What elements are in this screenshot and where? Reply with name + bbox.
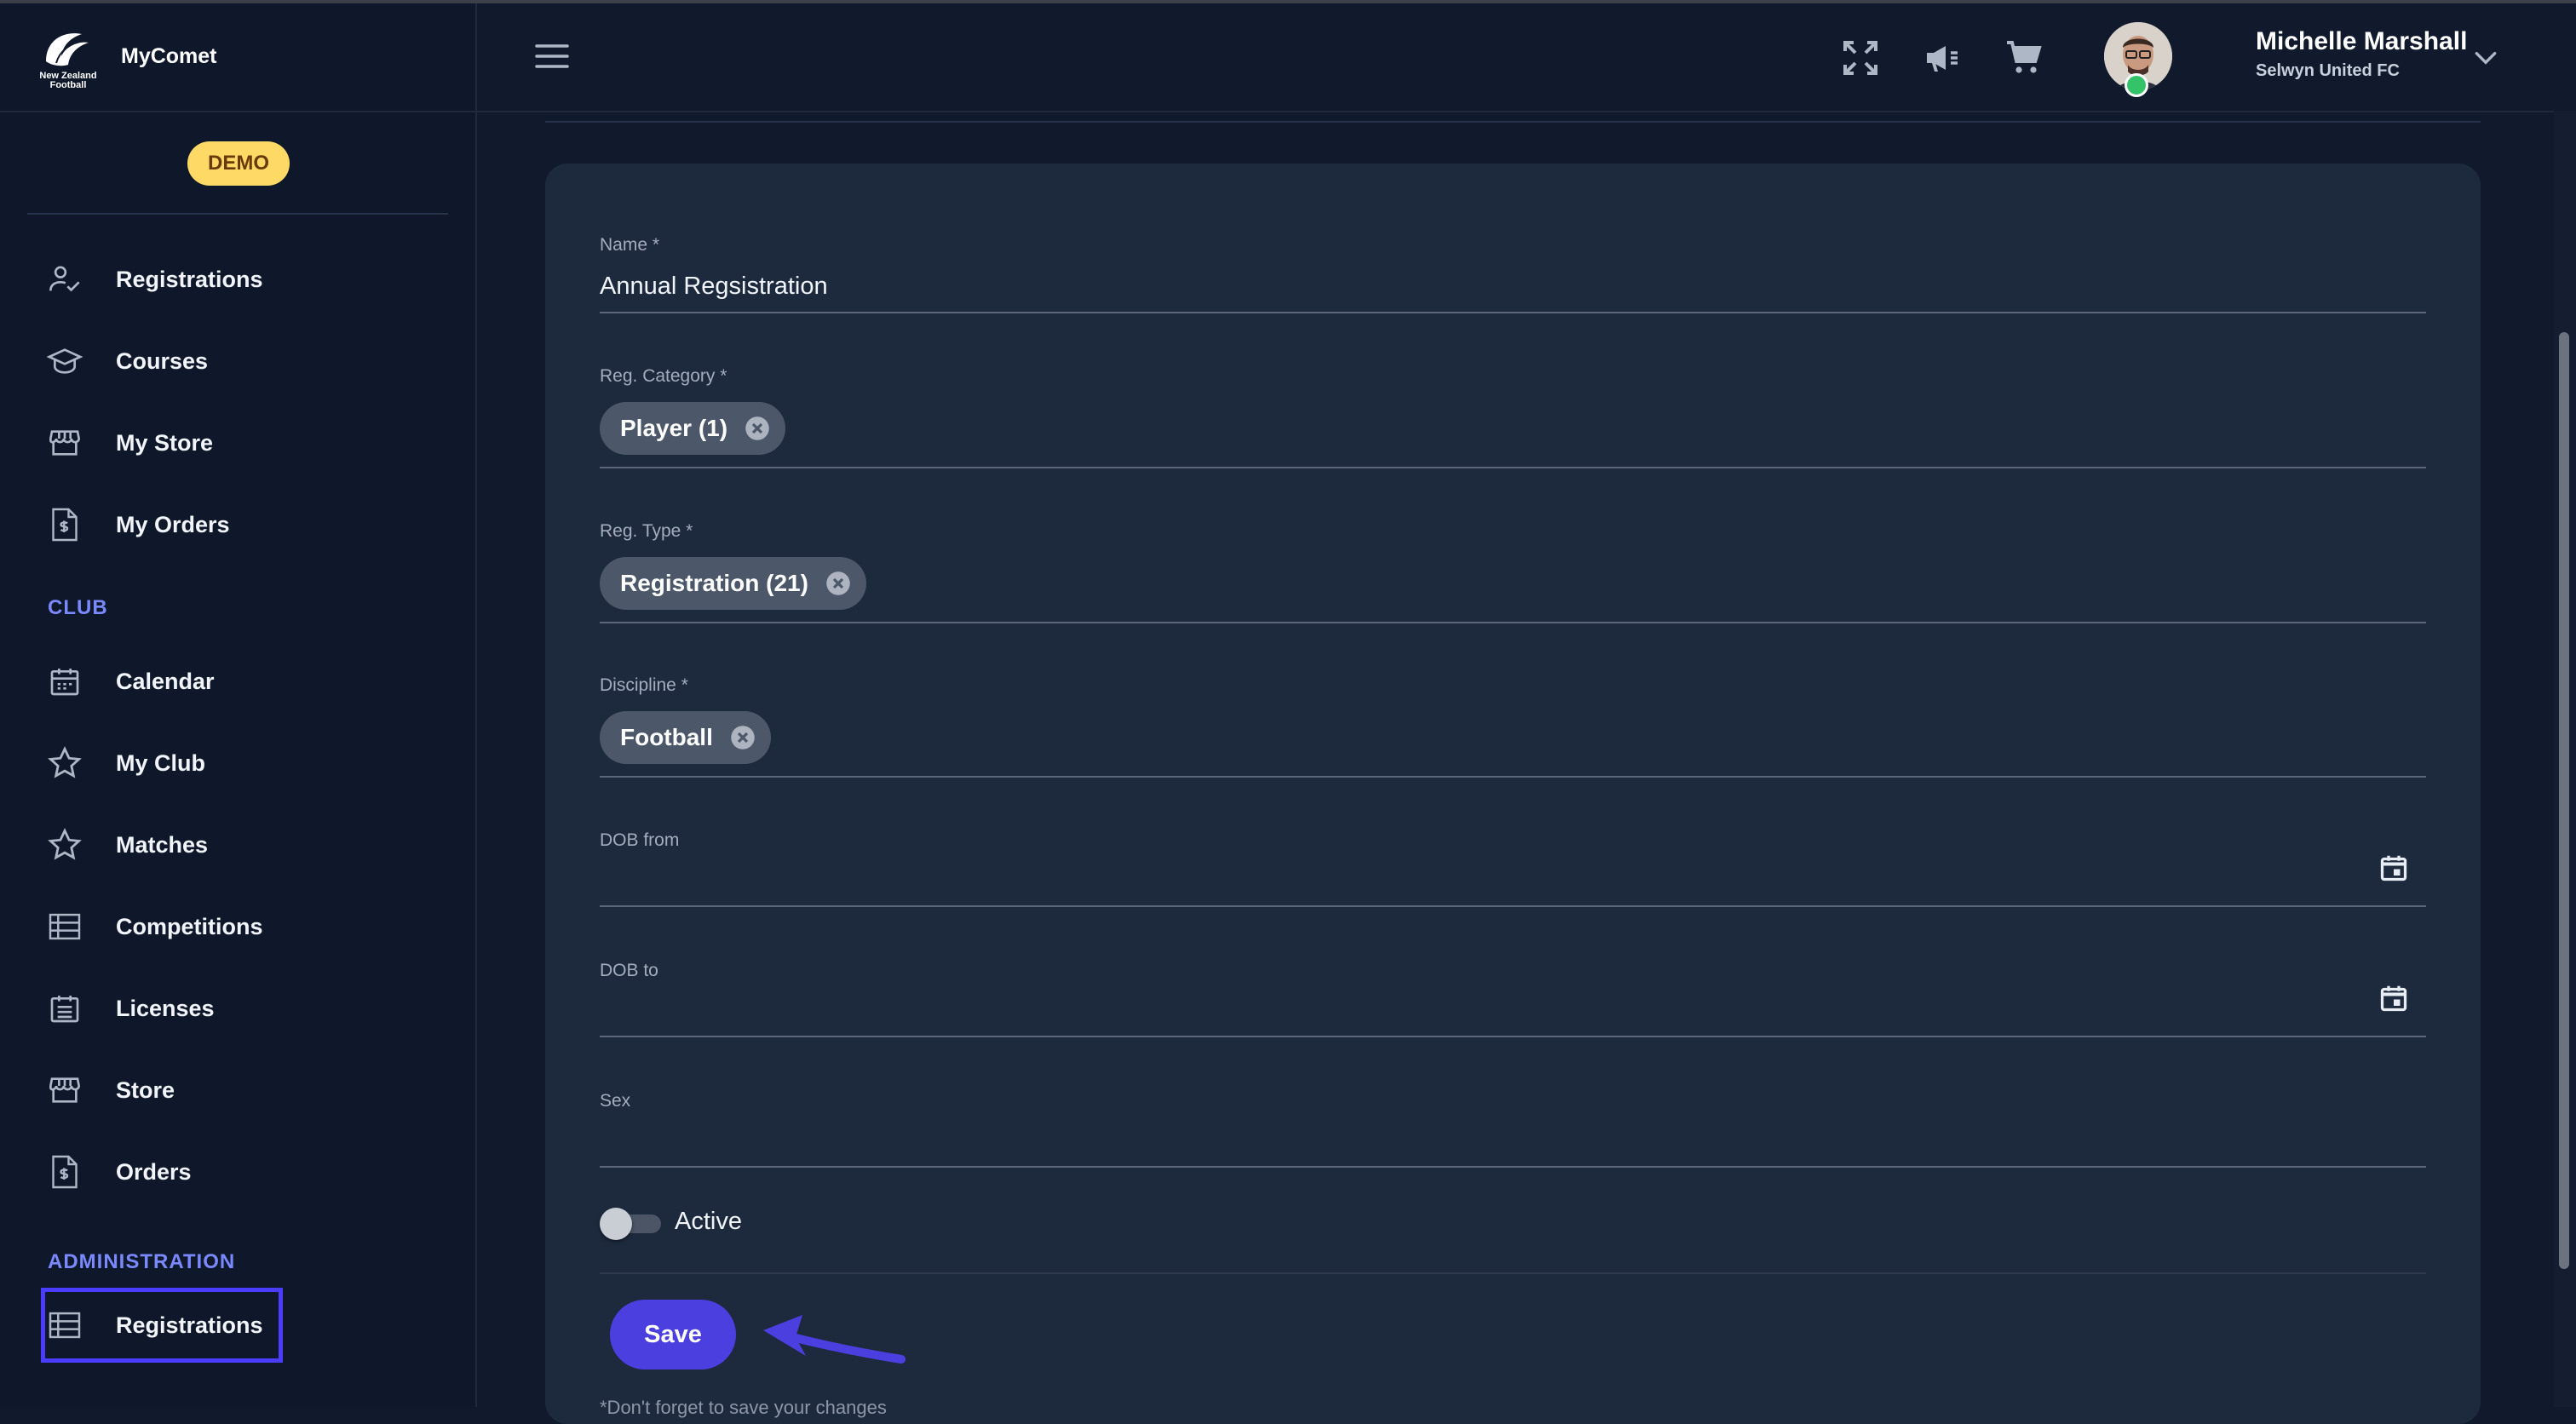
form-card	[545, 164, 2481, 1424]
sidebar-item-label: Matches	[116, 831, 209, 858]
save-button[interactable]: Save	[610, 1300, 736, 1369]
invoice-icon	[41, 504, 89, 545]
sex-field[interactable]: Sex	[600, 1091, 2426, 1168]
sidebar: New Zealand Football MyComet DEMO Regist…	[0, 3, 477, 1407]
person-check-icon	[41, 259, 89, 300]
storefront-icon	[41, 422, 89, 463]
sidebar-item-orders[interactable]: Orders	[41, 1138, 441, 1206]
field-underline	[600, 622, 2426, 623]
field-underline	[600, 776, 2426, 778]
fullscreen-icon[interactable]	[1840, 37, 1881, 78]
discipline-chip[interactable]: Football	[600, 711, 771, 764]
field-underline	[600, 312, 2426, 313]
sidebar-item-matches[interactable]: Matches	[41, 811, 441, 879]
divider	[600, 1272, 2426, 1274]
menu-icon[interactable]	[535, 41, 569, 72]
reg-type-label: Reg. Type *	[600, 521, 693, 541]
active-label: Active	[675, 1208, 742, 1235]
sidebar-item-label: Store	[116, 1077, 175, 1103]
app-name: MyComet	[121, 44, 217, 68]
field-underline	[600, 467, 2426, 468]
sidebar-item-label: My Store	[116, 429, 214, 456]
chevron-down-icon[interactable]	[2470, 44, 2501, 72]
cart-icon[interactable]	[2004, 37, 2044, 78]
reg-category-label: Reg. Category *	[600, 366, 727, 386]
section-title-administration: ADMINISTRATION	[48, 1250, 236, 1273]
calendar-icon[interactable]	[2378, 853, 2409, 883]
reg-type-field[interactable]: Reg. Type * Registration (21)	[600, 521, 2426, 623]
name-label: Name *	[600, 235, 660, 255]
name-field[interactable]: Name * Annual Regsistration	[600, 235, 2426, 315]
arrow-annotation-icon	[763, 1315, 906, 1364]
graduation-cap-icon	[41, 341, 89, 382]
selected-item-highlight	[41, 1288, 283, 1363]
dob-to-label: DOB to	[600, 961, 658, 980]
sidebar-item-licenses[interactable]: Licenses	[41, 974, 441, 1042]
sidebar-item-competitions[interactable]: Competitions	[41, 893, 441, 961]
sidebar-item-label: Licenses	[116, 995, 215, 1021]
dob-to-field[interactable]: DOB to	[600, 961, 2426, 1037]
close-icon[interactable]	[730, 725, 756, 750]
sex-label: Sex	[600, 1091, 631, 1111]
sidebar-item-label: Courses	[116, 347, 209, 374]
section-title-club: CLUB	[48, 596, 108, 619]
name-value[interactable]: Annual Regsistration	[600, 273, 828, 301]
chip-label: Football	[620, 724, 713, 750]
storefront-icon	[41, 1070, 89, 1111]
save-reminder-note: *Don't forget to save your changes	[600, 1397, 887, 1418]
sidebar-item-label: My Orders	[116, 511, 230, 537]
field-underline	[600, 1036, 2426, 1037]
dob-from-label: DOB from	[600, 830, 680, 850]
sidebar-item-label: Orders	[116, 1158, 192, 1185]
scrollbar-thumb[interactable]	[2559, 332, 2569, 1269]
calendar-icon	[41, 661, 89, 702]
field-underline	[600, 905, 2426, 907]
field-underline	[600, 1166, 2426, 1168]
sidebar-item-store[interactable]: Store	[41, 1056, 441, 1124]
active-toggle[interactable]	[600, 1208, 661, 1240]
sidebar-item-courses[interactable]: Courses	[41, 327, 441, 395]
reg-category-field[interactable]: Reg. Category * Player (1)	[600, 366, 2426, 468]
user-name[interactable]: Michelle Marshall	[2256, 27, 2467, 56]
list-icon	[41, 906, 89, 947]
top-header: Michelle Marshall Selwyn United FC	[477, 3, 2576, 112]
discipline-field[interactable]: Discipline * Football	[600, 675, 2426, 778]
demo-badge: DEMO	[187, 141, 290, 186]
online-status-badge	[2125, 73, 2148, 97]
close-icon[interactable]	[745, 416, 770, 441]
brand-header: New Zealand Football MyComet	[0, 3, 475, 112]
chip-label: Registration (21)	[620, 570, 808, 596]
discipline-label: Discipline *	[600, 675, 688, 695]
sidebar-item-my-club[interactable]: My Club	[41, 729, 441, 797]
star-icon	[41, 824, 89, 865]
user-club: Selwyn United FC	[2256, 61, 2400, 80]
star-icon	[41, 743, 89, 784]
invoice-icon	[41, 1151, 89, 1192]
sidebar-item-my-store[interactable]: My Store	[41, 409, 441, 477]
chip-label: Player (1)	[620, 415, 728, 441]
sidebar-item-label: Calendar	[116, 668, 215, 694]
sidebar-item-calendar[interactable]: Calendar	[41, 647, 441, 715]
reg-category-chip[interactable]: Player (1)	[600, 402, 786, 455]
divider	[545, 121, 2481, 123]
sidebar-item-label: Competitions	[116, 913, 263, 939]
megaphone-icon[interactable]	[1922, 37, 1963, 78]
sidebar-item-label: Registrations	[116, 266, 263, 292]
toggle-knob	[600, 1208, 632, 1240]
sidebar-item-my-orders[interactable]: My Orders	[41, 491, 441, 559]
close-icon[interactable]	[825, 571, 851, 596]
dob-from-field[interactable]: DOB from	[600, 830, 2426, 907]
logo-text: New Zealand Football	[39, 71, 97, 90]
calendar-icon[interactable]	[2378, 983, 2409, 1013]
sidebar-item-label: My Club	[116, 749, 205, 776]
sidebar-item-registrations[interactable]: Registrations	[41, 245, 441, 313]
calendar-list-icon	[41, 988, 89, 1029]
reg-type-chip[interactable]: Registration (21)	[600, 557, 866, 610]
divider	[27, 213, 448, 215]
